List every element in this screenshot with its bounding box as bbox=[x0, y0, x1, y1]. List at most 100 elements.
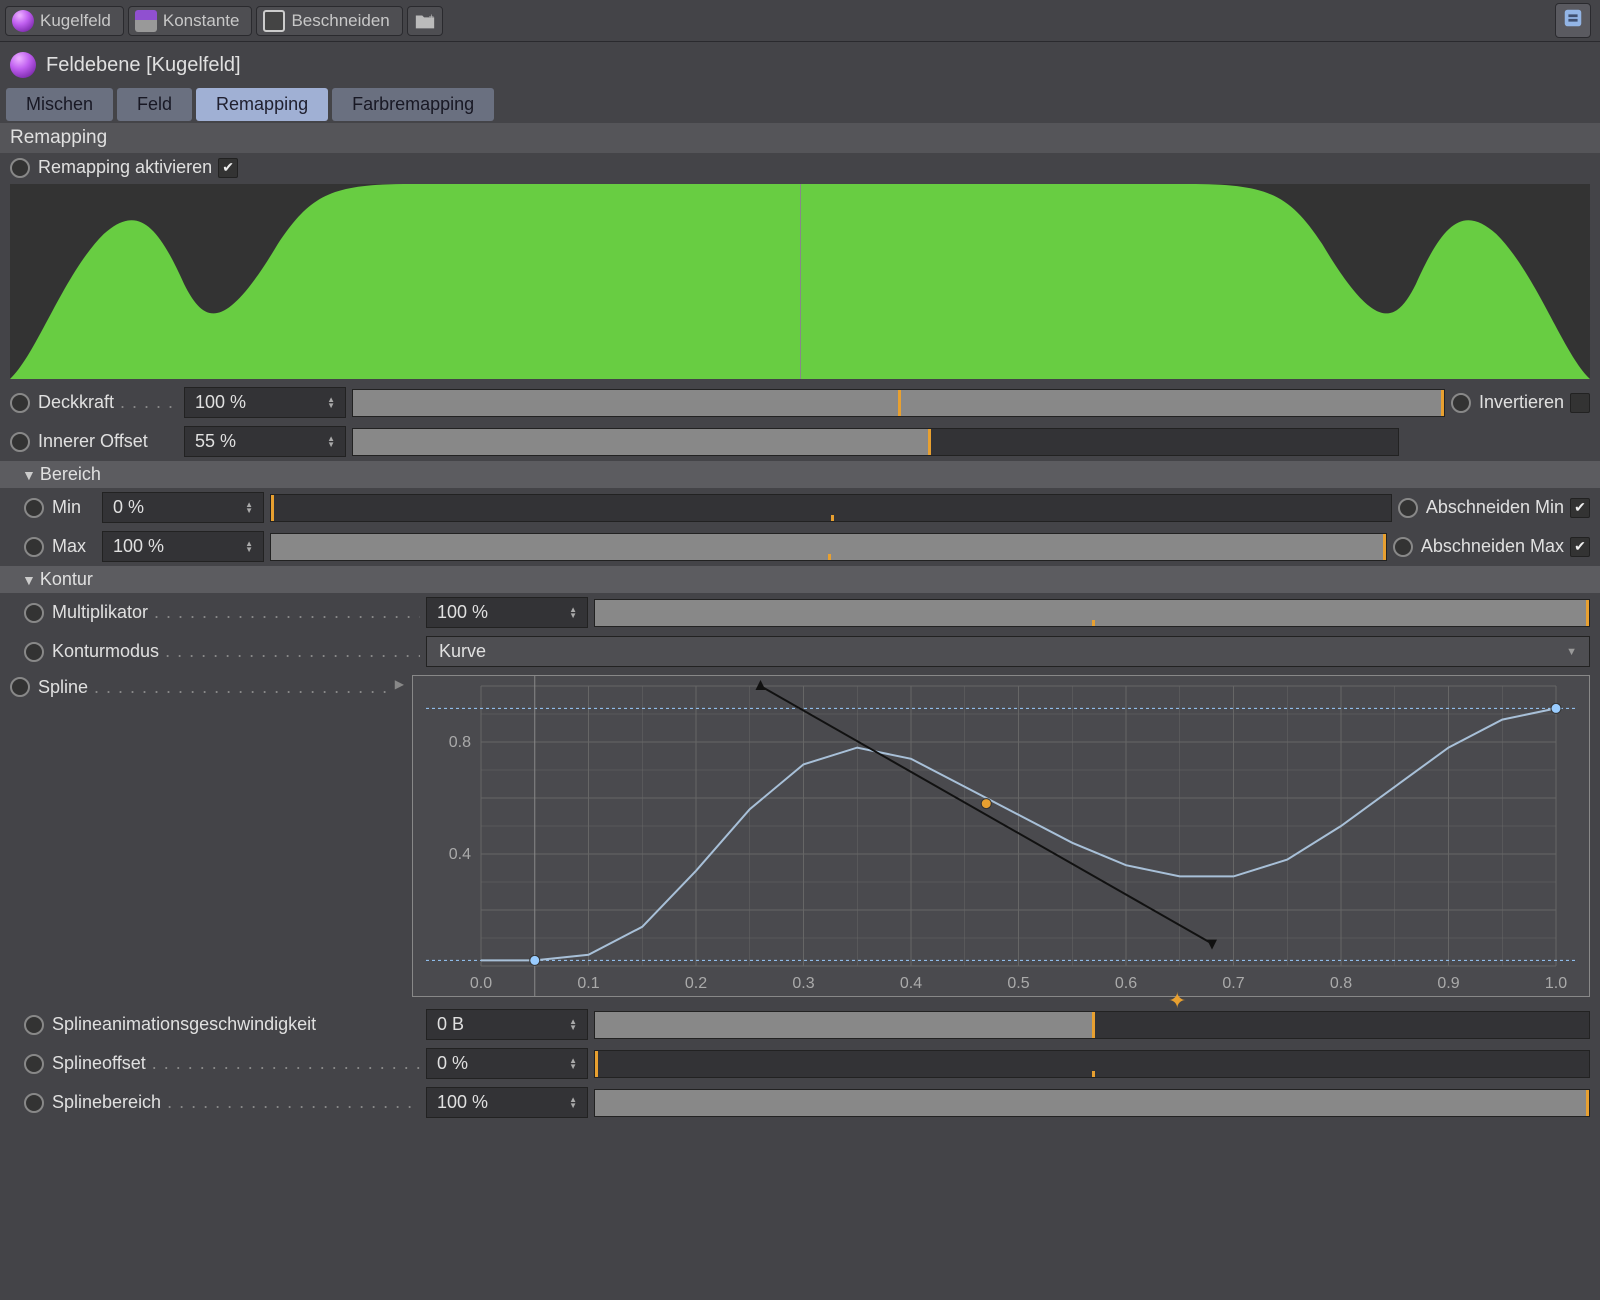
svg-text:0.7: 0.7 bbox=[1222, 975, 1244, 992]
kugelfeld-label: Kugelfeld bbox=[40, 11, 111, 31]
abschneiden-min-label: Abschneiden Min bbox=[1426, 497, 1564, 518]
tab-remapping[interactable]: Remapping bbox=[196, 88, 328, 121]
max-slider[interactable] bbox=[270, 533, 1387, 561]
deckkraft-value: 100 % bbox=[195, 392, 246, 413]
splinebereich-field[interactable]: 100 % ▲▼ bbox=[426, 1087, 588, 1118]
min-slider[interactable] bbox=[270, 494, 1392, 522]
innerer-offset-anim[interactable] bbox=[10, 432, 30, 452]
innerer-offset-label: Innerer Offset bbox=[38, 431, 178, 452]
konturmodus-dropdown[interactable]: Kurve ▼ bbox=[426, 636, 1590, 667]
svg-text:1.0: 1.0 bbox=[1545, 975, 1567, 992]
preview-center-line bbox=[800, 184, 801, 379]
min-anim[interactable] bbox=[24, 498, 44, 518]
multiplikator-field[interactable]: 100 % ▲▼ bbox=[426, 597, 588, 628]
abschneiden-min-checkbox[interactable] bbox=[1570, 498, 1590, 518]
bereich-title: Bereich bbox=[40, 464, 101, 484]
deckkraft-anim[interactable] bbox=[10, 393, 30, 413]
min-value: 0 % bbox=[113, 497, 144, 518]
invertieren-anim[interactable] bbox=[1451, 393, 1471, 413]
spline-svg: 0.00.10.20.30.40.50.60.70.80.91.00.40.8 bbox=[413, 676, 1589, 996]
svg-text:0.9: 0.9 bbox=[1437, 975, 1459, 992]
beschneiden-button[interactable]: Beschneiden bbox=[256, 6, 402, 36]
splineanimationsgeschwindigkeit-anim[interactable] bbox=[24, 1015, 44, 1035]
splinebereich-anim[interactable] bbox=[24, 1093, 44, 1113]
konturmodus-label: Konturmodus bbox=[52, 641, 420, 662]
spinner-icon[interactable]: ▲▼ bbox=[245, 541, 253, 553]
slider-handle bbox=[1441, 390, 1444, 416]
new-folder-button[interactable]: + bbox=[407, 6, 443, 36]
multiplikator-label: Multiplikator bbox=[52, 602, 420, 623]
splineoffset-slider[interactable] bbox=[594, 1050, 1590, 1078]
spinner-icon[interactable]: ▲▼ bbox=[327, 397, 335, 409]
svg-text:0.4: 0.4 bbox=[449, 846, 471, 863]
spinner-icon[interactable]: ▲▼ bbox=[569, 1097, 577, 1109]
abschneiden-min-anim[interactable] bbox=[1398, 498, 1418, 518]
slider-fill bbox=[595, 1090, 1589, 1116]
splineoffset-field[interactable]: 0 % ▲▼ bbox=[426, 1048, 588, 1079]
max-anim[interactable] bbox=[24, 537, 44, 557]
sphere-icon bbox=[10, 52, 36, 78]
konturmodus-anim[interactable] bbox=[24, 642, 44, 662]
spinner-icon[interactable]: ▲▼ bbox=[327, 436, 335, 448]
object-header: Feldebene [Kugelfeld] bbox=[0, 42, 1600, 88]
spinner-icon[interactable]: ▲▼ bbox=[245, 502, 253, 514]
spline-label: Spline bbox=[38, 677, 389, 698]
splineanimationsgeschwindigkeit-field[interactable]: 0 B ▲▼ bbox=[426, 1009, 588, 1040]
kontur-title: Kontur bbox=[40, 569, 93, 589]
slider-default-tick bbox=[831, 515, 834, 521]
slider-handle bbox=[1092, 1012, 1095, 1038]
abschneiden-max-label: Abschneiden Max bbox=[1421, 536, 1564, 557]
bereich-header[interactable]: ▼Bereich bbox=[0, 461, 1600, 488]
slider-handle bbox=[271, 495, 274, 521]
slider-fill bbox=[595, 1012, 1092, 1038]
splineoffset-anim[interactable] bbox=[24, 1054, 44, 1074]
mode-toggle-button[interactable] bbox=[1555, 3, 1591, 38]
konturmodus-value: Kurve bbox=[439, 641, 486, 662]
innerer-offset-value: 55 % bbox=[195, 431, 236, 452]
slider-handle bbox=[928, 429, 931, 455]
innerer-offset-field[interactable]: 55 % ▲▼ bbox=[184, 426, 346, 457]
remapping-preview-graph[interactable] bbox=[10, 184, 1590, 379]
spline-anim[interactable] bbox=[10, 677, 30, 697]
spinner-icon[interactable]: ▲▼ bbox=[569, 1058, 577, 1070]
deckkraft-label: Deckkraft bbox=[38, 392, 178, 413]
svg-text:0.4: 0.4 bbox=[900, 975, 922, 992]
max-field[interactable]: 100 % ▲▼ bbox=[102, 531, 264, 562]
innerer-offset-slider[interactable] bbox=[352, 428, 1399, 456]
slider-default-tick bbox=[898, 390, 901, 416]
tab-feld[interactable]: Feld bbox=[117, 88, 192, 121]
svg-text:0.8: 0.8 bbox=[1330, 975, 1352, 992]
kontur-header[interactable]: ▼Kontur bbox=[0, 566, 1600, 593]
konstante-button[interactable]: Konstante bbox=[128, 6, 253, 36]
splinebereich-slider[interactable] bbox=[594, 1089, 1590, 1117]
beschneiden-label: Beschneiden bbox=[291, 11, 389, 31]
kugelfeld-button[interactable]: Kugelfeld bbox=[5, 6, 124, 36]
spinner-icon[interactable]: ▲▼ bbox=[569, 1019, 577, 1031]
remapping-enable-label: Remapping aktivieren bbox=[38, 157, 212, 178]
section-remapping-header: Remapping bbox=[0, 123, 1600, 153]
tab-farbremapping[interactable]: Farbremapping bbox=[332, 88, 494, 121]
spline-curve-editor[interactable]: 0.00.10.20.30.40.50.60.70.80.91.00.40.8 … bbox=[412, 675, 1590, 997]
expand-icon[interactable]: ▶ bbox=[395, 677, 404, 691]
slider-default-tick bbox=[828, 554, 831, 560]
tab-mischen[interactable]: Mischen bbox=[6, 88, 113, 121]
slider-default-tick bbox=[1092, 1071, 1095, 1077]
remapping-enable-checkbox[interactable] bbox=[218, 158, 238, 178]
remapping-enable-anim[interactable] bbox=[10, 158, 30, 178]
invertieren-checkbox[interactable] bbox=[1570, 393, 1590, 413]
min-field[interactable]: 0 % ▲▼ bbox=[102, 492, 264, 523]
spinner-icon[interactable]: ▲▼ bbox=[569, 607, 577, 619]
svg-text:0.2: 0.2 bbox=[685, 975, 707, 992]
folder-plus-icon: + bbox=[414, 10, 436, 32]
multiplikator-anim[interactable] bbox=[24, 603, 44, 623]
deckkraft-field[interactable]: 100 % ▲▼ bbox=[184, 387, 346, 418]
splineoffset-value: 0 % bbox=[437, 1053, 468, 1074]
deckkraft-slider[interactable] bbox=[352, 389, 1445, 417]
splinebereich-label: Splinebereich bbox=[52, 1092, 420, 1113]
slider-default-tick bbox=[1092, 620, 1095, 626]
splineanimationsgeschwindigkeit-label: Splineanimationsgeschwindigkeit bbox=[52, 1014, 420, 1035]
multiplikator-slider[interactable] bbox=[594, 599, 1590, 627]
abschneiden-max-anim[interactable] bbox=[1393, 537, 1413, 557]
abschneiden-max-checkbox[interactable] bbox=[1570, 537, 1590, 557]
splineanimationsgeschwindigkeit-slider[interactable] bbox=[594, 1011, 1590, 1039]
